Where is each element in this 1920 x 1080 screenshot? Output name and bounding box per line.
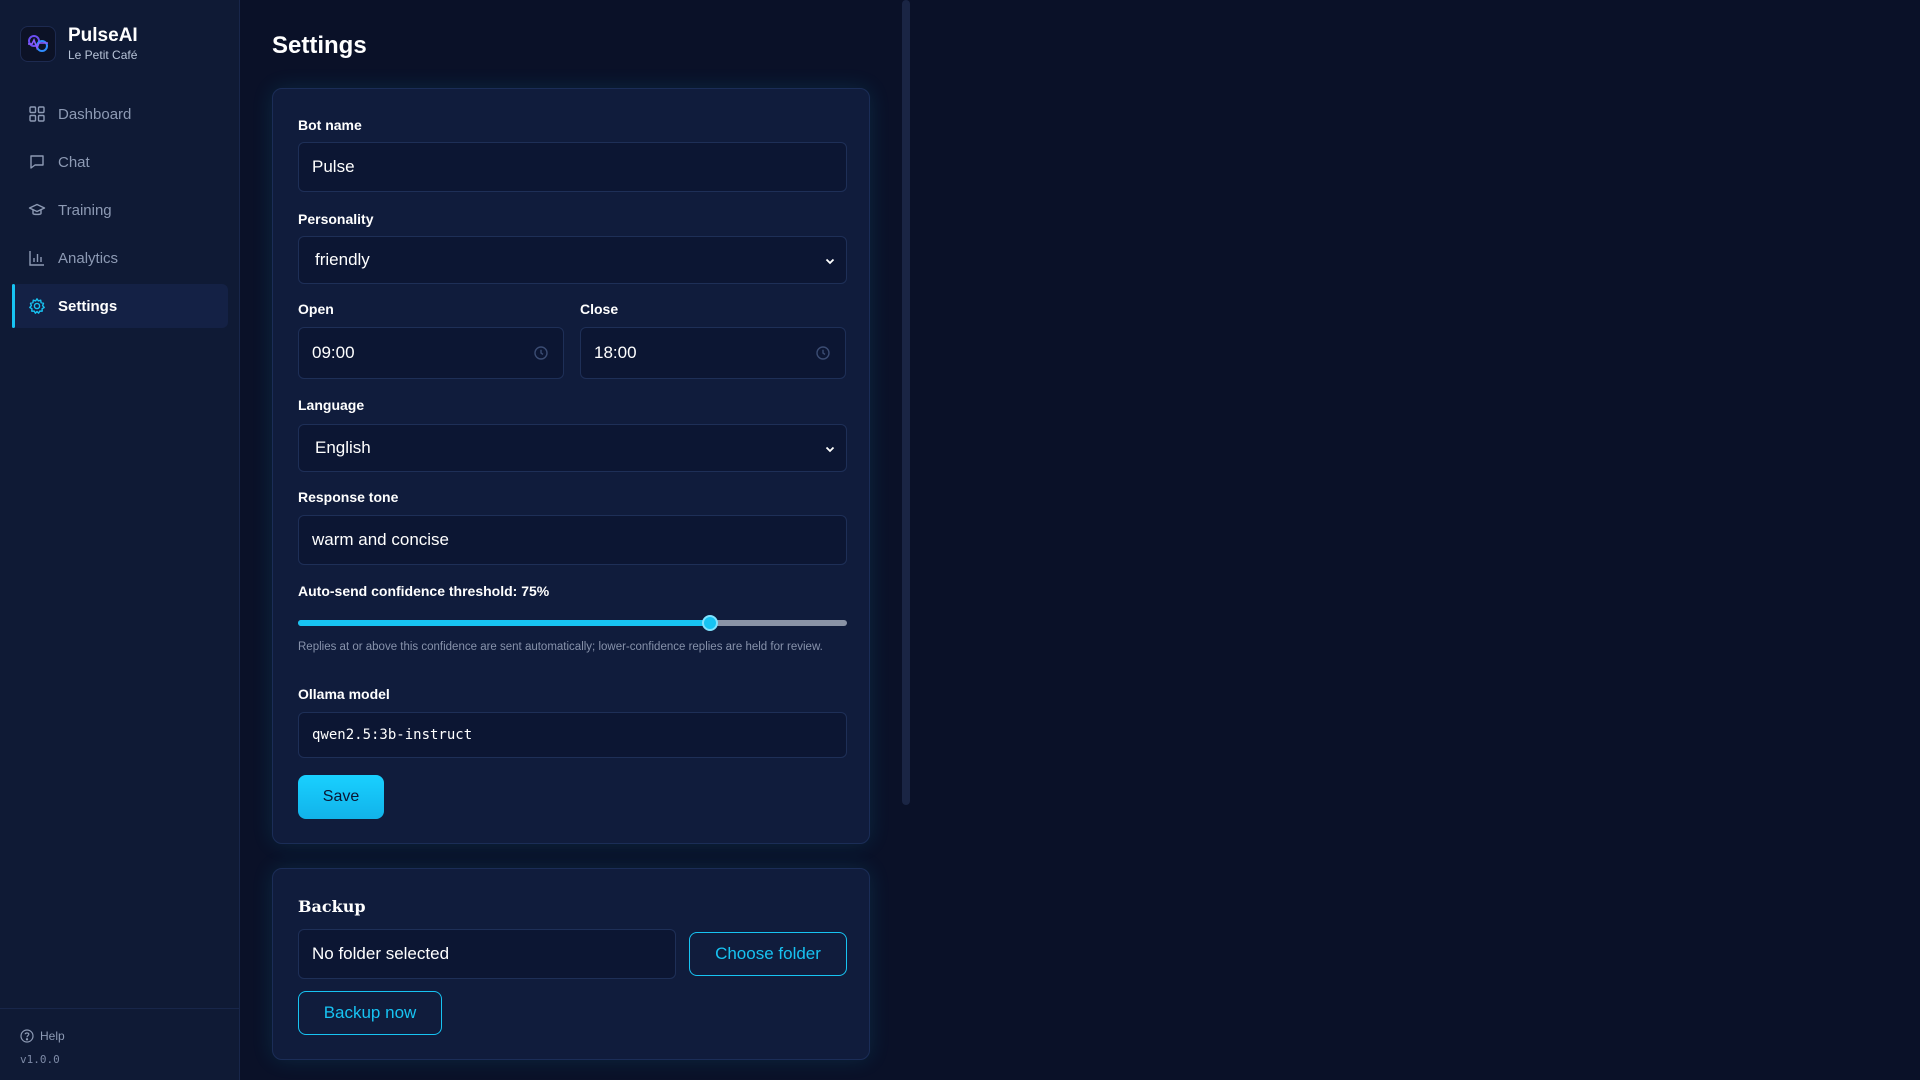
bot-name-input[interactable]: Pulse: [298, 142, 847, 192]
sidebar-item-label: Dashboard: [58, 105, 132, 123]
ollama-model-value: qwen2.5:3b-instruct: [312, 727, 473, 743]
close-label: Close: [580, 301, 619, 317]
backup-card: Backup No folder selected Choose folder …: [272, 868, 870, 1060]
help-label: Help: [40, 1029, 65, 1043]
threshold-slider[interactable]: [298, 614, 847, 632]
brand: PulseAI Le Petit Café: [20, 26, 138, 62]
backup-title: Backup: [298, 897, 366, 916]
ollama-model-input[interactable]: qwen2.5:3b-instruct: [298, 712, 847, 758]
app: PulseAI Le Petit Café Dashboard Chat Tra…: [0, 0, 1920, 1080]
language-select[interactable]: English: [298, 424, 847, 472]
graduation-cap-icon: [28, 203, 46, 216]
open-time-input[interactable]: 09:00: [298, 327, 564, 379]
threshold-hint: Replies at or above this confidence are …: [298, 641, 823, 653]
help-icon: [20, 1029, 34, 1043]
clock-icon[interactable]: [533, 345, 549, 361]
sidebar-item-training[interactable]: Training: [12, 188, 228, 232]
dashboard-icon: [29, 106, 45, 122]
clock-icon[interactable]: [815, 345, 831, 361]
slider-thumb[interactable]: [701, 615, 718, 631]
gear-icon: [29, 298, 45, 314]
sidebar-item-settings[interactable]: Settings: [12, 284, 228, 328]
personality-value: friendly: [315, 250, 370, 269]
brand-text: PulseAI Le Petit Café: [68, 25, 138, 63]
response-tone-label: Response tone: [298, 489, 399, 505]
response-tone-input[interactable]: warm and concise: [298, 515, 847, 565]
response-tone-value: warm and concise: [312, 530, 450, 549]
slider-fill: [298, 620, 710, 626]
sidebar-item-chat[interactable]: Chat: [12, 140, 228, 184]
page-title: Settings: [272, 32, 367, 59]
sidebar: PulseAI Le Petit Café Dashboard Chat Tra…: [0, 0, 240, 1080]
sidebar-item-dashboard[interactable]: Dashboard: [12, 92, 228, 136]
open-time-value: 09:00: [312, 343, 355, 362]
close-time-input[interactable]: 18:00: [580, 327, 846, 379]
open-label: Open: [298, 301, 334, 317]
bar-chart-icon: [29, 251, 44, 266]
sidebar-item-label: Settings: [58, 297, 118, 315]
ollama-model-label: Ollama model: [298, 686, 390, 702]
bot-name-label: Bot name: [298, 117, 362, 133]
language-value: English: [315, 438, 371, 457]
personality-select[interactable]: friendly: [298, 236, 847, 284]
settings-card: Bot name Pulse Personality friendly Open…: [272, 88, 870, 844]
sidebar-nav: Dashboard Chat Training Analytics Settin…: [12, 92, 228, 332]
personality-label: Personality: [298, 211, 374, 227]
backup-now-button[interactable]: Backup now: [298, 991, 442, 1035]
sidebar-footer: Help v1.0.0: [0, 1008, 240, 1080]
sidebar-item-label: Training: [58, 201, 112, 219]
save-button[interactable]: Save: [298, 775, 384, 819]
logo-icon: [20, 26, 56, 62]
choose-folder-button[interactable]: Choose folder: [689, 932, 847, 976]
sidebar-item-label: Chat: [58, 153, 90, 171]
close-time-value: 18:00: [594, 343, 637, 362]
sidebar-item-label: Analytics: [58, 249, 119, 267]
version-label: v1.0.0: [20, 1053, 60, 1066]
scrollbar[interactable]: [900, 0, 912, 805]
chevron-down-icon: [825, 446, 835, 453]
language-label: Language: [298, 397, 365, 413]
chat-icon: [30, 155, 44, 169]
bot-name-value: Pulse: [312, 157, 355, 176]
backup-folder-field: No folder selected: [298, 929, 676, 979]
chevron-down-icon: [825, 258, 835, 265]
threshold-label: Auto-send confidence threshold: 75%: [298, 583, 550, 599]
scrollbar-thumb[interactable]: [902, 0, 910, 805]
brand-name: PulseAI: [68, 25, 138, 46]
help-link[interactable]: Help: [20, 1029, 220, 1043]
brand-subtitle: Le Petit Café: [68, 48, 138, 62]
sidebar-item-analytics[interactable]: Analytics: [12, 236, 228, 280]
backup-folder-value: No folder selected: [312, 944, 450, 963]
